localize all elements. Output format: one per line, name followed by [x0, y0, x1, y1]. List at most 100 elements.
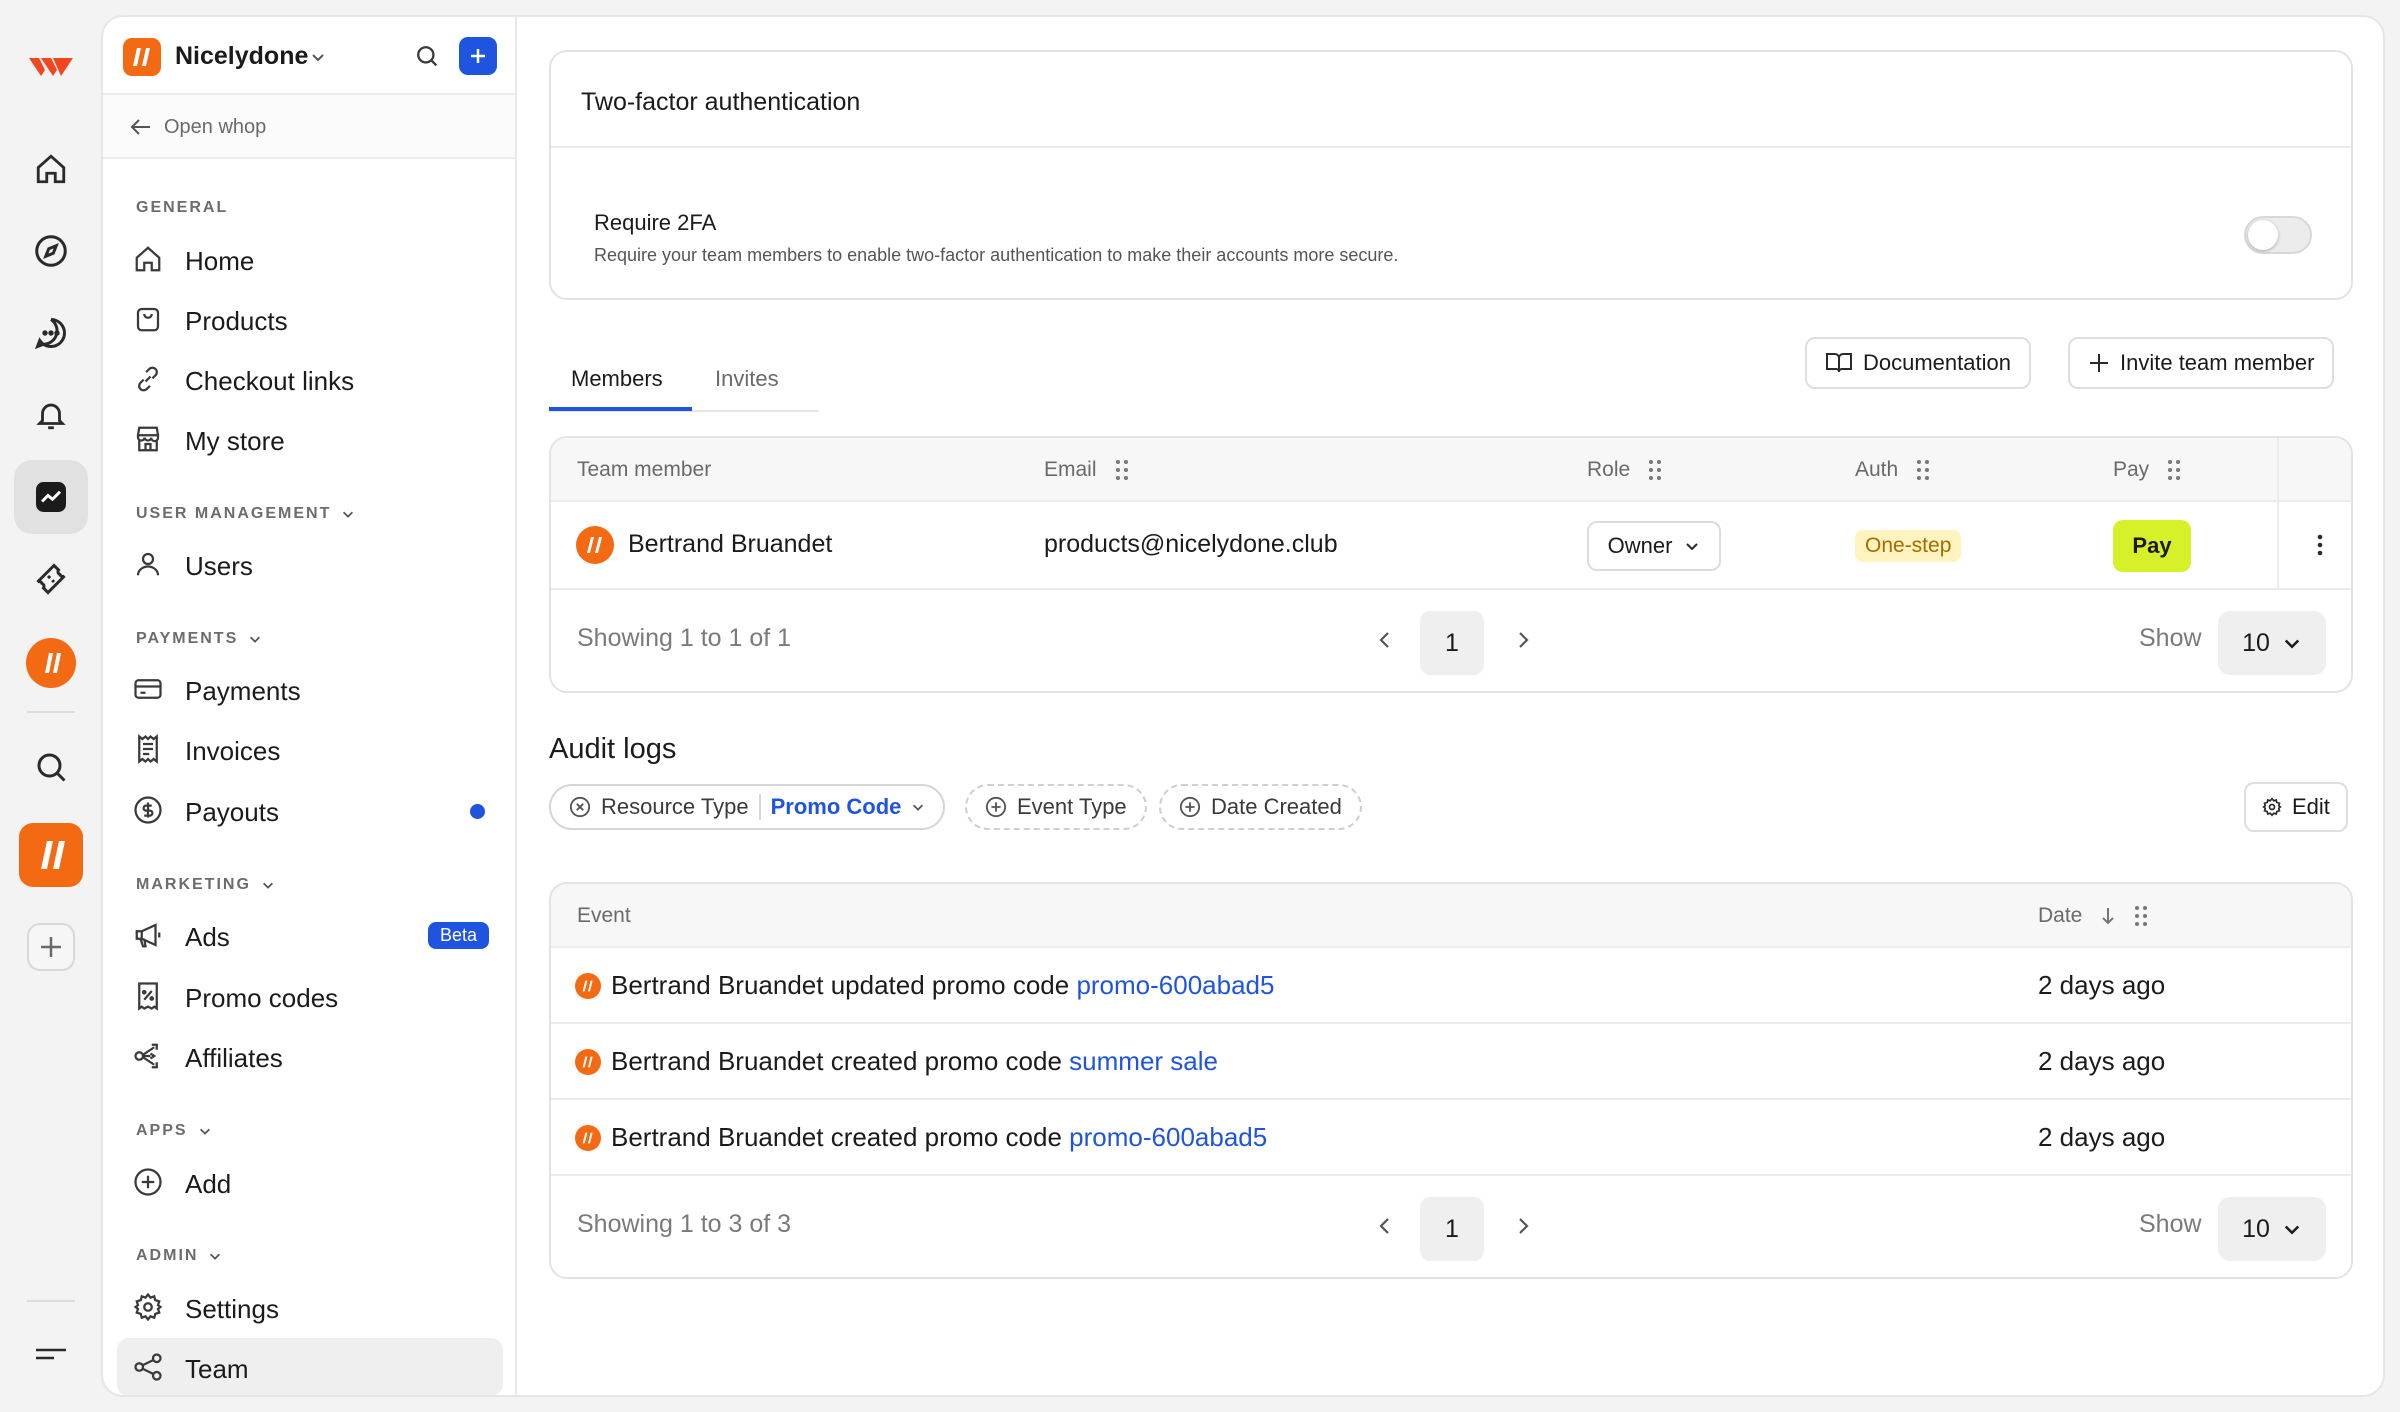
table-row: Bertrand Bruandet created promo code pro… — [551, 1100, 2351, 1176]
tab-members[interactable]: Members — [571, 366, 663, 392]
section-admin[interactable]: ADMIN — [136, 1247, 222, 1265]
sidebar-item-checkout-links[interactable]: Checkout links — [117, 350, 503, 408]
table-row: Bertrand Bruandet updated promo code pro… — [551, 948, 2351, 1024]
sidebar-item-ads[interactable]: Ads Beta — [117, 906, 503, 964]
sidebar-item-settings[interactable]: Settings — [117, 1278, 503, 1336]
section-apps[interactable]: APPS — [136, 1122, 212, 1140]
members-pagination-summary: Showing 1 to 1 of 1 — [577, 624, 792, 652]
compass-icon[interactable] — [14, 214, 88, 288]
tab-invites[interactable]: Invites — [715, 366, 779, 392]
avatar — [575, 1049, 601, 1075]
section-general: GENERAL — [136, 199, 229, 216]
dashboard-icon[interactable] — [14, 460, 88, 534]
column-pay[interactable]: Pay — [2113, 458, 2181, 482]
sidebar-item-payouts[interactable]: Payouts — [117, 781, 503, 839]
chevron-down-icon — [2284, 1225, 2300, 1235]
more-vertical-icon[interactable] — [2316, 533, 2324, 557]
bell-icon[interactable] — [14, 378, 88, 452]
nicelydone-app-icon[interactable] — [14, 818, 88, 892]
chevron-down-icon — [913, 804, 924, 811]
promo-code-link[interactable]: promo-600abad5 — [1076, 970, 1274, 1000]
sidebar: Nicelydone Open whop GENERAL Home Produc… — [103, 17, 517, 1395]
edit-columns-button[interactable]: Edit — [2244, 782, 2348, 832]
audit-logs-title: Audit logs — [549, 733, 677, 765]
avatar — [575, 1125, 601, 1151]
members-page-size-select[interactable]: 10 — [2218, 611, 2326, 675]
tab-bar: Members Invites — [549, 352, 819, 412]
sidebar-item-invoices[interactable]: Invoices — [117, 720, 503, 778]
create-button[interactable] — [459, 37, 497, 75]
workspace-name[interactable]: Nicelydone — [175, 42, 308, 71]
chevron-down-icon — [210, 1253, 221, 1260]
promo-code-link[interactable]: summer sale — [1069, 1046, 1218, 1076]
require-2fa-label: Require 2FA — [594, 210, 717, 235]
section-user-management[interactable]: USER MANAGEMENT — [136, 505, 355, 523]
section-marketing[interactable]: MARKETING — [136, 876, 275, 894]
sidebar-item-home[interactable]: Home — [117, 230, 503, 288]
chevron-left-icon[interactable] — [1377, 1214, 1393, 1238]
sidebar-item-affiliates[interactable]: Affiliates — [117, 1027, 503, 1085]
workspace-logo[interactable] — [123, 38, 161, 76]
column-date[interactable]: Date — [2038, 904, 2148, 928]
sidebar-item-payments[interactable]: Payments — [117, 660, 503, 718]
column-team-member[interactable]: Team member — [577, 458, 711, 482]
open-whop-link[interactable]: Open whop — [103, 95, 515, 159]
role-select[interactable]: Owner — [1587, 521, 1721, 571]
ticket-icon[interactable] — [14, 542, 88, 616]
arrow-down-icon — [2102, 908, 2115, 925]
chevron-right-icon[interactable] — [1515, 1214, 1531, 1238]
require-2fa-toggle[interactable] — [2244, 216, 2312, 254]
home-icon[interactable] — [14, 132, 88, 206]
column-auth[interactable]: Auth — [1855, 458, 1930, 482]
audit-page-number[interactable]: 1 — [1420, 1197, 1484, 1261]
members-page-number[interactable]: 1 — [1420, 611, 1484, 675]
table-row: Bertrand Bruandet products@nicelydone.cl… — [551, 502, 2351, 590]
drag-handle-icon — [2135, 906, 2148, 926]
event-type-filter[interactable]: Event Type — [965, 784, 1147, 830]
close-circle-icon[interactable] — [569, 796, 591, 818]
add-icon[interactable] — [14, 910, 88, 984]
search-icon[interactable] — [14, 730, 88, 804]
book-icon — [1826, 353, 1852, 373]
user-avatar-icon[interactable] — [14, 626, 88, 700]
sidebar-item-add[interactable]: Add — [117, 1153, 503, 1211]
sidebar-item-users[interactable]: Users — [117, 535, 503, 593]
search-icon[interactable] — [413, 42, 441, 70]
date-created-filter[interactable]: Date Created — [1159, 784, 1362, 830]
column-event[interactable]: Event — [577, 904, 631, 928]
audit-logs-table: Event Date Bertrand Bruandet updated pro… — [549, 882, 2353, 1279]
gear-icon — [133, 1292, 163, 1322]
invite-team-member-button[interactable]: Invite team member — [2068, 337, 2335, 389]
promo-code-link[interactable]: promo-600abad5 — [1069, 1122, 1267, 1152]
sidebar-item-team[interactable]: Team — [117, 1338, 503, 1395]
event-date: 2 days ago — [2038, 1046, 2166, 1076]
icon-rail — [0, 0, 101, 1412]
table-row: Bertrand Bruandet created promo code sum… — [551, 1024, 2351, 1100]
chevron-left-icon[interactable] — [1377, 628, 1393, 652]
whop-logo-icon[interactable] — [14, 28, 88, 102]
event-date: 2 days ago — [2038, 970, 2166, 1000]
home-icon — [135, 246, 161, 272]
chevron-down-icon — [2284, 639, 2300, 649]
menu-icon[interactable] — [14, 1316, 88, 1390]
two-factor-card: Two-factor authentication Require 2FA Re… — [549, 50, 2353, 300]
chevron-down-icon[interactable] — [310, 49, 326, 65]
percent-tag-icon — [138, 982, 158, 1011]
pay-button[interactable]: Pay — [2113, 520, 2191, 572]
receipt-icon — [138, 734, 158, 764]
chevron-right-icon[interactable] — [1515, 628, 1531, 652]
column-email[interactable]: Email — [1044, 458, 1129, 482]
chevron-down-icon — [1686, 543, 1699, 551]
column-role[interactable]: Role — [1587, 458, 1662, 482]
drag-handle-icon — [1649, 460, 1662, 480]
member-email: products@nicelydone.club — [1044, 530, 1338, 558]
documentation-button[interactable]: Documentation — [1805, 337, 2031, 389]
sidebar-item-products[interactable]: Products — [117, 290, 503, 348]
affiliates-icon — [134, 1043, 158, 1069]
chat-icon[interactable] — [14, 296, 88, 370]
sidebar-item-promo-codes[interactable]: Promo codes — [117, 967, 503, 1025]
audit-page-size-select[interactable]: 10 — [2218, 1197, 2326, 1261]
section-payments[interactable]: PAYMENTS — [136, 630, 262, 648]
resource-type-filter[interactable]: Resource Type Promo Code — [549, 784, 946, 830]
sidebar-item-my-store[interactable]: My store — [117, 410, 503, 468]
